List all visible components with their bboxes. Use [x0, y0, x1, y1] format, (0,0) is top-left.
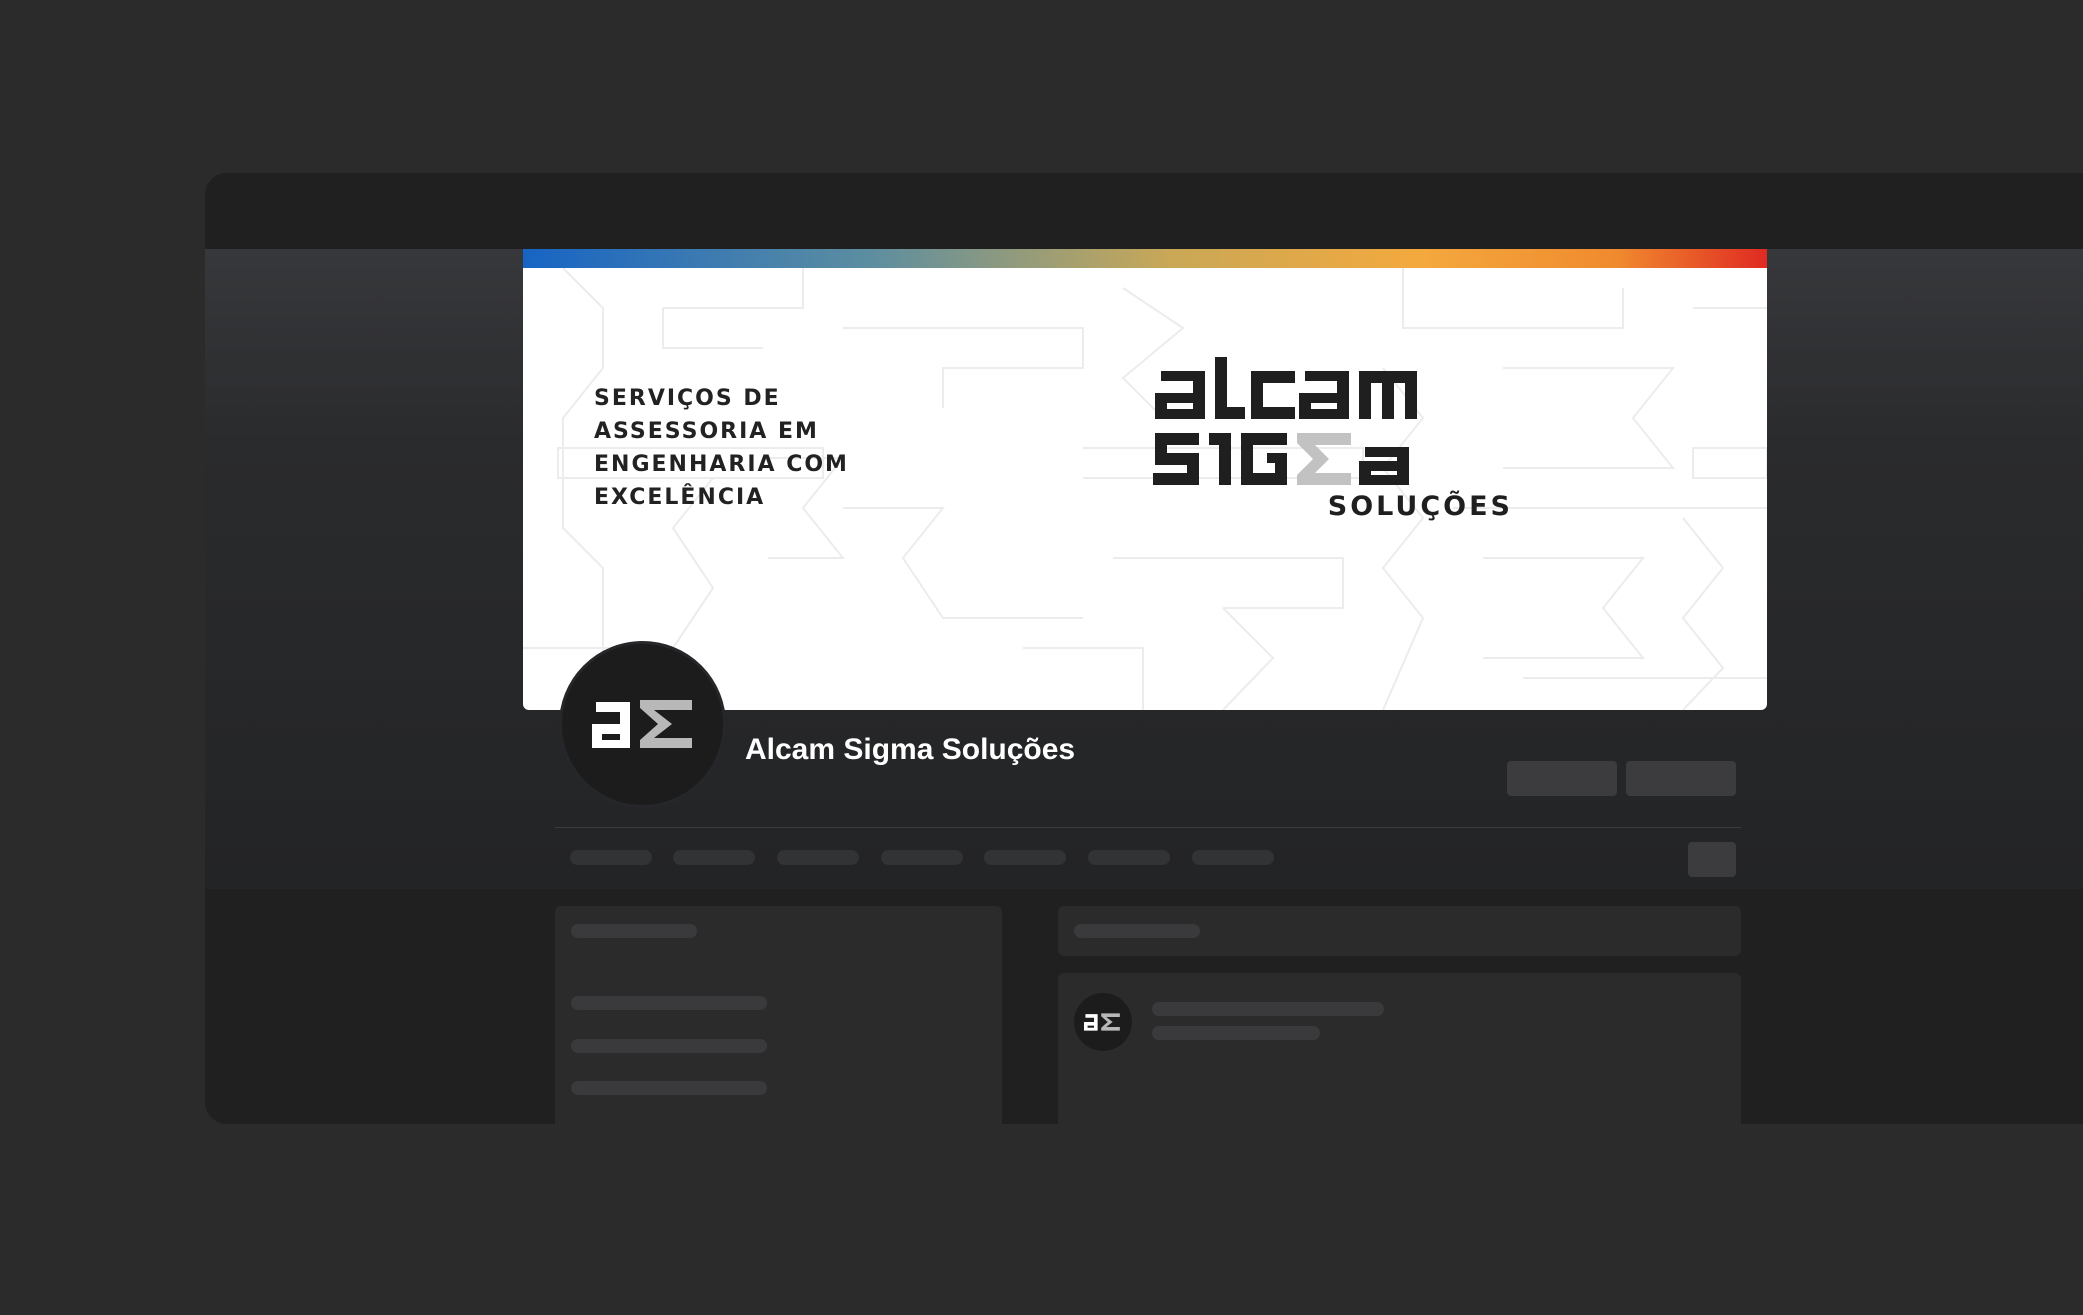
alcam-sigma-logo: SOLUÇÕES: [1153, 357, 1513, 532]
post-author-placeholder: [1152, 1002, 1384, 1016]
browser-window: SERVIÇOS DE ASSESSORIA EM ENGENHARIA COM…: [205, 173, 2083, 1124]
tab-placeholder-4[interactable]: [881, 850, 963, 865]
post-meta-placeholder: [1152, 1026, 1320, 1040]
header-action-button-1[interactable]: [1507, 761, 1617, 796]
gradient-stripe: [523, 249, 1767, 268]
composer-card[interactable]: [1058, 906, 1741, 956]
tab-placeholder-3[interactable]: [777, 850, 859, 865]
cover-tagline: SERVIÇOS DE ASSESSORIA EM ENGENHARIA COM…: [594, 382, 914, 514]
alcam-sigma-monogram-icon: [592, 700, 692, 748]
tab-placeholder-7[interactable]: [1192, 850, 1274, 865]
alcam-sigma-wordmark: [1153, 357, 1417, 485]
tab-placeholder-2[interactable]: [673, 850, 755, 865]
intro-card: [555, 906, 1002, 1124]
text-placeholder: [571, 1081, 767, 1095]
tab-placeholder-1[interactable]: [570, 850, 652, 865]
card-title-placeholder: [571, 924, 697, 938]
top-navigation-bar: [205, 173, 2083, 249]
text-placeholder: [571, 996, 767, 1010]
tab-placeholder-5[interactable]: [984, 850, 1066, 865]
text-placeholder: [571, 1039, 767, 1053]
tagline-line-4: EXCELÊNCIA: [594, 485, 766, 510]
header-divider: [555, 827, 1741, 828]
page-title: Alcam Sigma Soluções: [745, 733, 1076, 766]
composer-placeholder: [1074, 924, 1200, 938]
more-options-button[interactable]: [1688, 842, 1736, 877]
tagline-line-1: SERVIÇOS DE: [594, 386, 781, 411]
tab-placeholder-6[interactable]: [1088, 850, 1170, 865]
logo-subtitle: SOLUÇÕES: [1327, 491, 1513, 522]
tagline-line-2: ASSESSORIA EM: [594, 419, 819, 444]
header-action-button-2[interactable]: [1626, 761, 1736, 796]
tagline-line-3: ENGENHARIA COM: [594, 452, 849, 477]
cover-photo[interactable]: SERVIÇOS DE ASSESSORIA EM ENGENHARIA COM…: [523, 249, 1767, 710]
post-author-avatar[interactable]: [1074, 993, 1132, 1051]
alcam-sigma-monogram-icon: [1084, 1013, 1120, 1031]
post-card: [1058, 973, 1741, 1124]
profile-avatar[interactable]: [559, 641, 726, 808]
